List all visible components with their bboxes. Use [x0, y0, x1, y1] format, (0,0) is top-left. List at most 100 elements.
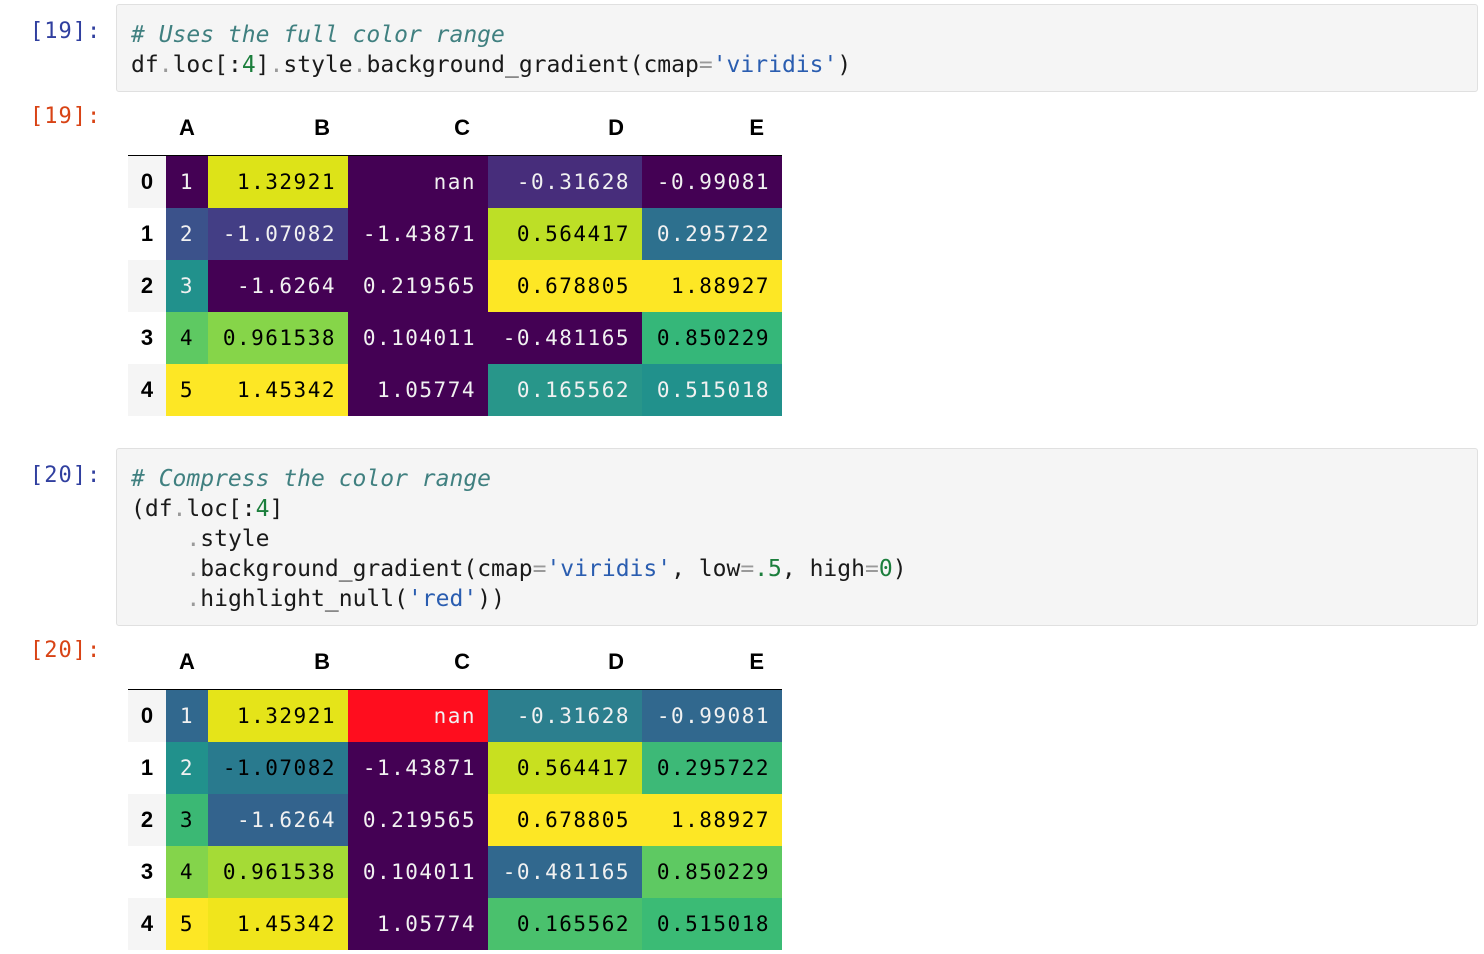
code-token: # Compress the color range [131, 466, 492, 492]
code-cell[interactable]: # Compress the color range (df.loc[:4] .… [116, 448, 1478, 626]
row-index: 0 [128, 690, 166, 742]
table-cell: 4 [166, 312, 208, 364]
table-cell: 1.32921 [208, 690, 348, 742]
code-line: .background_gradient(cmap='viridis', low… [131, 554, 906, 584]
code-line: # Compress the color range [131, 464, 491, 494]
code-token: # Uses the full color range [131, 22, 505, 48]
code-line: # Uses the full color range [131, 20, 505, 50]
code-token: . [269, 52, 284, 78]
table-cell: -0.31628 [488, 156, 642, 208]
code-token: , low [671, 556, 741, 582]
table-cell: 1.45342 [208, 898, 348, 950]
table-row: 3 4 0.961538 0.104011 -0.481165 0.850229 [128, 846, 782, 898]
table-cell: 1.05774 [348, 364, 488, 416]
table-cell: 0.850229 [642, 312, 782, 364]
table-cell: -0.481165 [488, 312, 642, 364]
table-cell: 0.104011 [348, 312, 488, 364]
code-token: )) [477, 586, 505, 612]
table-row: 2 3 -1.6264 0.219565 0.678805 1.88927 [128, 260, 782, 312]
table-cell: 3 [166, 260, 208, 312]
code-line: .highlight_null('red')) [131, 584, 505, 614]
code-token: . [186, 526, 201, 552]
table-row: 4 5 1.45342 1.05774 0.165562 0.515018 [128, 898, 782, 950]
table-cell: 0.961538 [208, 846, 348, 898]
table-cell: 5 [166, 364, 208, 416]
row-index: 0 [128, 156, 166, 208]
row-index: 4 [128, 364, 166, 416]
table-cell: 0.961538 [208, 312, 348, 364]
dataframe-table: A B C D E 0 1 1.32921 nan -0.31628 -0.99081 1 2 -1.07… [128, 636, 782, 950]
table-cell: 0.564417 [488, 208, 642, 260]
table-row: 4 5 1.45342 1.05774 0.165562 0.515018 [128, 364, 782, 416]
code-token: ) [837, 52, 852, 78]
table-cell: 0.515018 [642, 364, 782, 416]
table-cell: -0.99081 [642, 156, 782, 208]
table-cell: -1.6264 [208, 794, 348, 846]
table-row: 0 1 1.32921 nan -0.31628 -0.99081 [128, 156, 782, 208]
code-token: df [131, 52, 159, 78]
code-token: = [698, 52, 713, 78]
table-cell: 0.678805 [488, 794, 642, 846]
column-header-d: D [608, 115, 624, 140]
code-token: 'red' [407, 586, 478, 612]
table-cell: -1.07082 [208, 208, 348, 260]
code-token: . [186, 556, 201, 582]
code-token: 'viridis' [712, 52, 838, 78]
dataframe-table: A B C D E 0 1 1.32921 nan -0.31628 -0.99081 1 2 -1.07… [128, 102, 782, 416]
code-token: . [158, 52, 173, 78]
table-row: 1 2 -1.07082 -1.43871 0.564417 0.295722 [128, 742, 782, 794]
code-cell[interactable]: # Uses the full color range df.loc[:4].s… [116, 4, 1478, 92]
code-token: = [864, 556, 879, 582]
code-token: = [532, 556, 547, 582]
code-token: background_gradient(cmap [200, 556, 533, 582]
column-header-d: D [608, 649, 624, 674]
row-index: 4 [128, 898, 166, 950]
output-prompt: [20]: [30, 638, 102, 663]
table-cell: 0.515018 [642, 898, 782, 950]
row-index: 1 [140, 755, 154, 780]
code-token: = [740, 556, 755, 582]
column-header-a: A [179, 649, 195, 674]
row-index: 3 [140, 325, 154, 350]
table-cell: 1.05774 [348, 898, 488, 950]
column-header-b: B [314, 649, 330, 674]
table-cell: 0.850229 [642, 846, 782, 898]
input-prompt: [20]: [30, 463, 102, 488]
table-row: 1 2 -1.07082 -1.43871 0.564417 0.295722 [128, 208, 782, 260]
table-cell: -0.31628 [488, 690, 642, 742]
table-cell: 1 [166, 156, 208, 208]
code-line: df.loc[:4].style.background_gradient(cma… [131, 50, 851, 80]
row-index: 2 [128, 794, 166, 846]
code-token: background_gradient(cmap [366, 52, 699, 78]
table-cell: 3 [166, 794, 208, 846]
row-index: 2 [128, 260, 166, 312]
table-cell: 5 [166, 898, 208, 950]
table-cell: -1.43871 [348, 208, 488, 260]
code-token: . [186, 586, 201, 612]
table-cell: 0.104011 [348, 846, 488, 898]
table-cell: -1.6264 [208, 260, 348, 312]
code-token: ] [269, 496, 284, 522]
table-cell: 0.219565 [348, 794, 488, 846]
table-cell: 0.295722 [642, 208, 782, 260]
output-prompt: [19]: [30, 104, 102, 129]
table-cell: nan [348, 156, 488, 208]
code-line: (df.loc[:4] [131, 494, 283, 524]
table-row: 3 4 0.961538 0.104011 -0.481165 0.850229 [128, 312, 782, 364]
table-cell: 2 [166, 742, 208, 794]
code-token: style [283, 52, 353, 78]
column-header-c: C [454, 115, 470, 140]
code-token: .5 [754, 556, 782, 582]
table-cell: 0.678805 [488, 260, 642, 312]
table-cell: nan [348, 690, 488, 742]
code-token: (df [131, 496, 173, 522]
code-token: highlight_null( [200, 586, 408, 612]
table-cell: 1.32921 [208, 156, 348, 208]
input-prompt: [19]: [30, 19, 102, 44]
row-index: 1 [140, 221, 154, 246]
code-token: . [352, 52, 367, 78]
code-token: style [200, 526, 270, 552]
column-header-a: A [179, 115, 195, 140]
